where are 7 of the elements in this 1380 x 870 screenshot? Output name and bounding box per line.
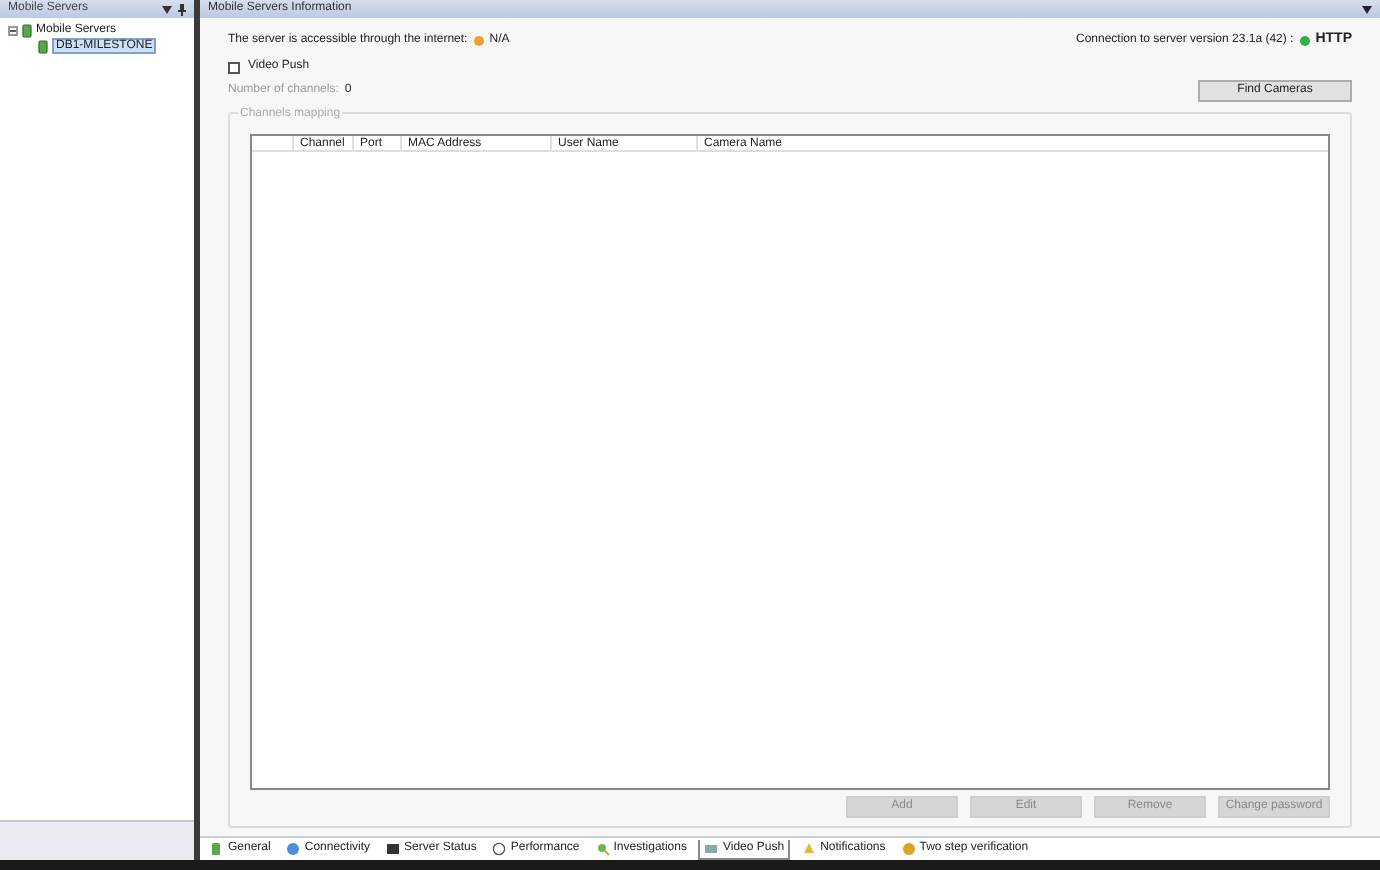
magnifier-icon <box>595 842 610 856</box>
checkbox[interactable] <box>228 61 240 73</box>
dropdown-icon[interactable] <box>162 5 172 13</box>
collapse-icon[interactable] <box>8 25 18 35</box>
server-icon <box>210 842 224 856</box>
pin-icon[interactable] <box>178 3 186 15</box>
dropdown-icon[interactable] <box>1362 5 1372 13</box>
